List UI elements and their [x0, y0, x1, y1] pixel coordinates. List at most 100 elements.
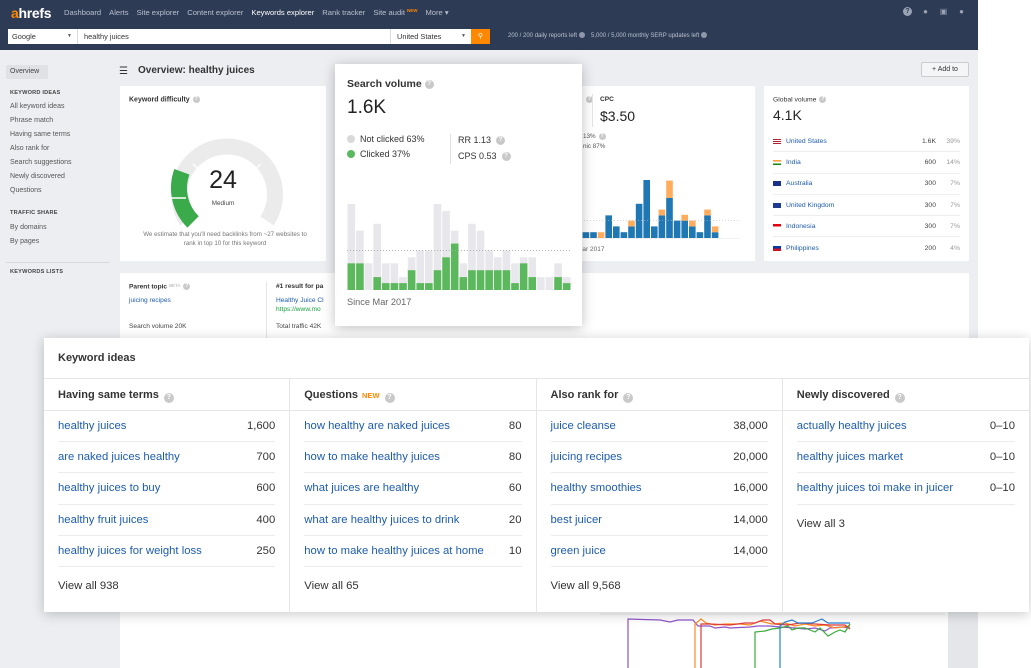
help-icon[interactable]: ? — [903, 7, 912, 16]
keyword-link[interactable]: how healthy are naked juices — [304, 420, 450, 432]
sidebar-item-search-suggestions[interactable]: Search suggestions — [10, 159, 71, 166]
sidebar-item-phrase-match[interactable]: Phrase match — [10, 117, 53, 124]
sidebar-section-traffic-share: TRAFFIC SHARE — [10, 210, 58, 216]
bell-icon[interactable]: ● — [921, 7, 930, 16]
sidebar-item-newly-discovered[interactable]: Newly discovered — [10, 173, 65, 180]
keyword-link[interactable]: green juice — [551, 545, 606, 557]
nav-item-dashboard[interactable]: Dashboard — [64, 8, 101, 17]
sidebar-item-also-rank-for[interactable]: Also rank for — [10, 145, 49, 152]
user-icon[interactable]: ● — [957, 7, 966, 16]
keyword-volume: 0–10 — [990, 420, 1015, 432]
keyword-link[interactable]: how to make healthy juices at home — [304, 545, 484, 557]
help-icon[interactable]: ? — [496, 136, 505, 145]
keyword-input[interactable]: healthy juices — [78, 29, 391, 44]
keyword-link[interactable]: juice cleanse — [551, 420, 616, 432]
help-icon[interactable]: ? — [502, 152, 511, 161]
nav-item-site-explorer[interactable]: Site explorer — [137, 8, 180, 17]
keyword-link[interactable]: healthy juices market — [797, 451, 903, 463]
help-icon[interactable]: ? — [385, 393, 395, 403]
help-icon[interactable]: ? — [599, 133, 606, 140]
bar-clicked — [356, 263, 364, 290]
keyword-row: how healthy are naked juices80 — [304, 411, 521, 442]
keyword-volume: 38,000 — [733, 420, 768, 432]
keyword-link[interactable]: healthy smoothies — [551, 482, 642, 494]
bar-paid — [712, 226, 719, 232]
keyword-link[interactable]: juicing recipes — [551, 451, 623, 463]
column-header[interactable]: Also rank for? — [537, 379, 782, 411]
legend-clicked: Clicked 37% — [347, 147, 425, 162]
cpc-card: ? CPC $3.50 13%? nic 87% Mar 2017 — [565, 86, 755, 261]
keyword-column-having-same-terms: Having same terms?healthy juices1,600are… — [44, 379, 290, 613]
view-all-link[interactable]: View all 9,568 — [551, 567, 768, 605]
nav-item-keywords-explorer[interactable]: Keywords explorer — [251, 8, 314, 17]
sidebar-item-overview[interactable]: Overview — [6, 65, 48, 79]
country-link[interactable]: Indonesia — [786, 223, 906, 230]
keyword-link[interactable]: healthy juices — [58, 420, 126, 432]
info-icon[interactable] — [579, 32, 585, 38]
country-list: United States1.6K39%India60014%Australia… — [773, 131, 960, 259]
column-header[interactable]: QuestionsNEW? — [290, 379, 535, 411]
country-link[interactable]: Philippines — [786, 245, 906, 252]
column-header[interactable]: Having same terms? — [44, 379, 289, 411]
help-icon[interactable]: ? — [819, 96, 826, 103]
view-all-link[interactable]: View all 65 — [304, 567, 521, 605]
bar-clicked — [416, 283, 424, 290]
flag-uk-icon — [773, 203, 781, 208]
nav-item-more[interactable]: More ▾ — [425, 8, 448, 17]
keyword-link[interactable]: how to make healthy juices — [304, 451, 440, 463]
keyword-link[interactable]: what are healthy juices to drink — [304, 514, 459, 526]
keyword-ideas-title: Keyword ideas — [58, 352, 136, 364]
view-all-link[interactable]: View all 938 — [58, 567, 275, 605]
help-icon[interactable]: ? — [895, 393, 905, 403]
top-result-link[interactable]: Healthy Juice Cl — [276, 297, 324, 304]
country-row: Australia3007% — [773, 174, 960, 195]
nav-item-site-audit[interactable]: Site audit — [373, 8, 405, 17]
help-icon[interactable]: ? — [193, 96, 200, 103]
search-engine-select[interactable]: Google▼ — [8, 29, 78, 44]
country-link[interactable]: United States — [786, 138, 906, 145]
beta-badge: BETA — [169, 283, 180, 288]
help-icon[interactable]: ? — [425, 80, 434, 89]
help-icon[interactable]: ? — [623, 393, 633, 403]
sidebar-item-all-keyword-ideas[interactable]: All keyword ideas — [10, 103, 64, 110]
keyword-link[interactable]: healthy juices toi make in juicer — [797, 482, 953, 494]
help-icon[interactable]: ? — [183, 283, 190, 290]
main-nav: Dashboard Alerts Site explorer Content expl… — [64, 8, 457, 17]
add-to-button[interactable]: + Add to — [921, 62, 969, 77]
difficulty-label: Medium — [120, 200, 326, 207]
nav-item-alerts[interactable]: Alerts — [109, 8, 128, 17]
keyword-link[interactable]: best juicer — [551, 514, 603, 526]
top-result-url[interactable]: https://www.mo — [276, 306, 321, 313]
keyword-link[interactable]: healthy fruit juices — [58, 514, 148, 526]
parent-topic-link[interactable]: juicing recipes — [129, 297, 171, 304]
inbox-icon[interactable]: ▣ — [939, 7, 948, 16]
keyword-link[interactable]: healthy juices for weight loss — [58, 545, 202, 557]
search-button[interactable]: ⚲ — [471, 29, 490, 44]
column-header[interactable]: Newly discovered? — [783, 379, 1029, 411]
menu-icon[interactable]: ☰ — [119, 66, 128, 77]
country-link[interactable]: United Kingdom — [786, 202, 906, 209]
country-link[interactable]: Australia — [786, 180, 906, 187]
keyword-link[interactable]: healthy juices to buy — [58, 482, 160, 494]
nav-item-rank-tracker[interactable]: Rank tracker — [322, 8, 365, 17]
nav-item-content-explorer[interactable]: Content explorer — [187, 8, 243, 17]
keyword-link[interactable]: actually healthy juices — [797, 420, 907, 432]
help-icon[interactable]: ? — [164, 393, 174, 403]
sidebar-divider — [6, 262, 110, 263]
keyword-row: best juicer14,000 — [551, 505, 768, 536]
ahrefs-logo[interactable]: ahrefs — [11, 5, 51, 21]
info-icon[interactable] — [701, 32, 707, 38]
keyword-row: healthy smoothies16,000 — [551, 473, 768, 504]
sidebar-item-by-domains[interactable]: By domains — [10, 224, 47, 231]
sidebar-item-by-pages[interactable]: By pages — [10, 238, 39, 245]
view-all-link[interactable]: View all 3 — [797, 505, 1015, 543]
country-select[interactable]: United States▼ — [391, 29, 471, 44]
keyword-link[interactable]: what juices are healthy — [304, 482, 419, 494]
keyword-row: healthy juices for weight loss250 — [58, 536, 275, 567]
search-row: Google▼ healthy juices United States▼ ⚲ — [8, 29, 490, 44]
sidebar-item-having-same-terms[interactable]: Having same terms — [10, 131, 70, 138]
country-link[interactable]: India — [786, 159, 906, 166]
sidebar-item-questions[interactable]: Questions — [10, 187, 42, 194]
keyword-link[interactable]: are naked juices healthy — [58, 451, 180, 463]
bar-organic — [697, 232, 704, 238]
